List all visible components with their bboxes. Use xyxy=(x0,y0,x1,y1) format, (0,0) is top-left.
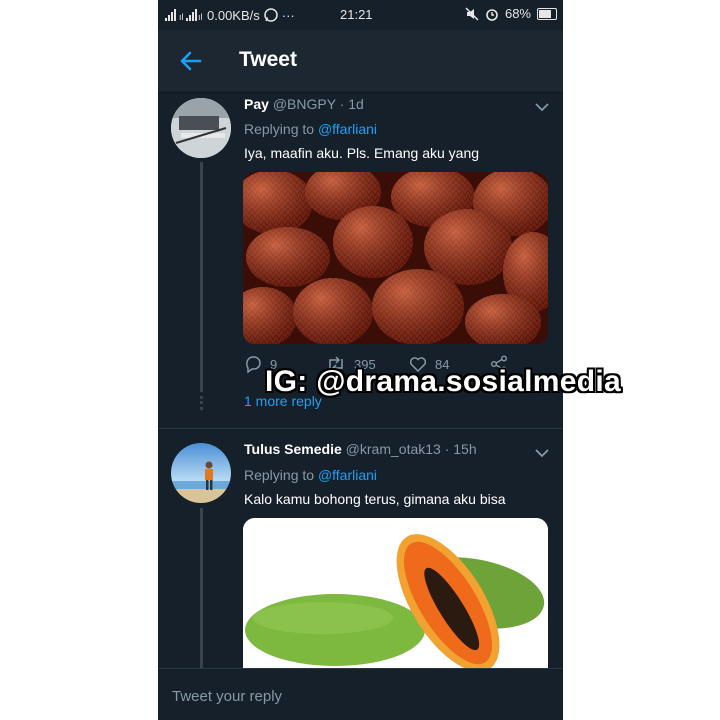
chevron-down-icon[interactable] xyxy=(535,448,549,458)
replying-label: Replying to xyxy=(244,467,315,483)
reply-bar xyxy=(158,668,563,720)
avatar-photo xyxy=(171,443,231,503)
avatar[interactable] xyxy=(171,443,231,503)
papaya-image xyxy=(243,518,548,678)
tweet-media-papaya[interactable] xyxy=(243,518,548,678)
tweet-2[interactable]: Tulus Semedie @kram_otak13 · 15h Replyin… xyxy=(158,0,563,678)
user-handle[interactable]: @kram_otak13 xyxy=(346,441,441,457)
thread-line xyxy=(200,508,203,668)
tweet-text: Kalo kamu bohong terus, gimana aku bisa xyxy=(244,491,506,507)
reply-input[interactable] xyxy=(170,681,544,711)
display-name[interactable]: Tulus Semedie xyxy=(244,441,342,457)
replying-handle[interactable]: @ffarliani xyxy=(318,467,377,483)
watermark: IG: @drama.sosialmedia xyxy=(265,365,621,398)
tweet-header: Tulus Semedie @kram_otak13 · 15h xyxy=(244,441,477,457)
tweet-time: · 15h xyxy=(444,441,477,457)
replying-to: Replying to @ffarliani xyxy=(244,467,377,483)
phone-screen: ıl ıl 0.00KB/s ··· 21:21 68% Tweet Pay @… xyxy=(158,0,563,720)
